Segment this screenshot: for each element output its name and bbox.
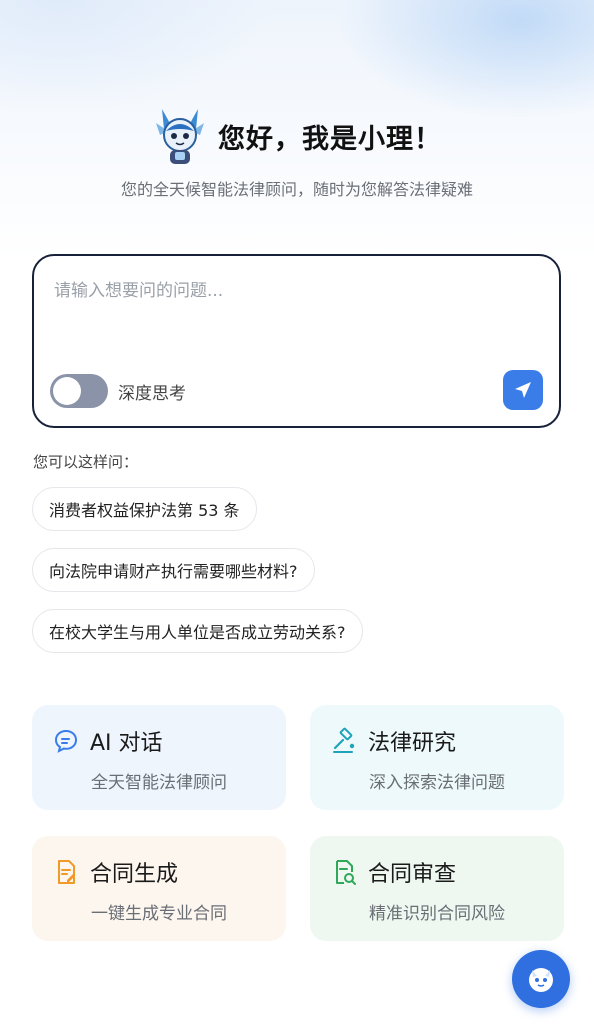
- suggestion-chip-1[interactable]: 消费者权益保护法第 53 条: [32, 487, 257, 531]
- assistant-floating-button[interactable]: [512, 950, 570, 1008]
- deep-think-toggle[interactable]: [50, 374, 108, 408]
- deep-think-control[interactable]: 深度思考: [50, 374, 186, 408]
- card-title-row: 合同审查: [330, 856, 456, 888]
- card-description: 精准识别合同风险: [369, 904, 505, 924]
- greeting-title: 您好，我是小理！: [218, 123, 442, 155]
- suggestion-chip-text: 在校大学生与用人单位是否成立劳动关系?: [49, 623, 346, 642]
- send-button[interactable]: [503, 370, 543, 410]
- suggestion-chip-2[interactable]: 向法院申请财产执行需要哪些材料?: [32, 548, 315, 592]
- suggestions-title: 您可以这样问：: [33, 453, 139, 471]
- deep-think-label: 深度思考: [118, 383, 186, 404]
- card-title: 合同生成: [90, 862, 179, 887]
- feature-card-ai-chat[interactable]: AI 对话 全天智能法律顾问: [32, 705, 286, 810]
- document-search-icon: [336, 860, 356, 885]
- feature-card-contract-review[interactable]: 合同审查 精准识别合同风险: [310, 836, 564, 941]
- send-icon: [515, 382, 531, 398]
- card-description: 一键生成专业合同: [91, 904, 227, 924]
- question-input-placeholder[interactable]: 请输入想要问的问题...: [54, 276, 223, 301]
- greeting-row: 您好，我是小理！: [0, 104, 594, 168]
- suggestion-chip-3[interactable]: 在校大学生与用人单位是否成立劳动关系?: [32, 609, 363, 653]
- document-edit-icon: [58, 860, 75, 884]
- card-title-row: 法律研究: [330, 725, 456, 757]
- header: 您好，我是小理！ 您的全天候智能法律顾问，随时为您解答法律疑难: [0, 104, 594, 200]
- card-title: 合同审查: [368, 862, 457, 887]
- card-description: 全天智能法律顾问: [91, 773, 227, 793]
- feature-card-contract-generate[interactable]: 合同生成 一键生成专业合同: [32, 836, 286, 941]
- suggestion-chip-text: 向法院申请财产执行需要哪些材料?: [49, 562, 298, 581]
- card-title: AI 对话: [90, 731, 163, 756]
- chat-icon: [54, 729, 78, 753]
- card-title-row: AI 对话: [52, 725, 163, 757]
- subtitle: 您的全天候智能法律顾问，随时为您解答法律疑难: [120, 180, 473, 199]
- gavel-icon: [333, 727, 355, 753]
- question-input-box[interactable]: 请输入想要问的问题... 深度思考: [32, 254, 561, 428]
- mascot-avatar: [156, 109, 204, 164]
- suggestion-chip-text: 消费者权益保护法第 53 条: [49, 501, 240, 520]
- card-description: 深入探索法律问题: [369, 773, 505, 793]
- feature-card-legal-research[interactable]: 法律研究 深入探索法律问题: [310, 705, 564, 810]
- card-title-row: 合同生成: [52, 856, 178, 888]
- toggle-knob: [53, 377, 81, 405]
- card-title: 法律研究: [368, 731, 457, 756]
- assistant-icon: [529, 968, 553, 992]
